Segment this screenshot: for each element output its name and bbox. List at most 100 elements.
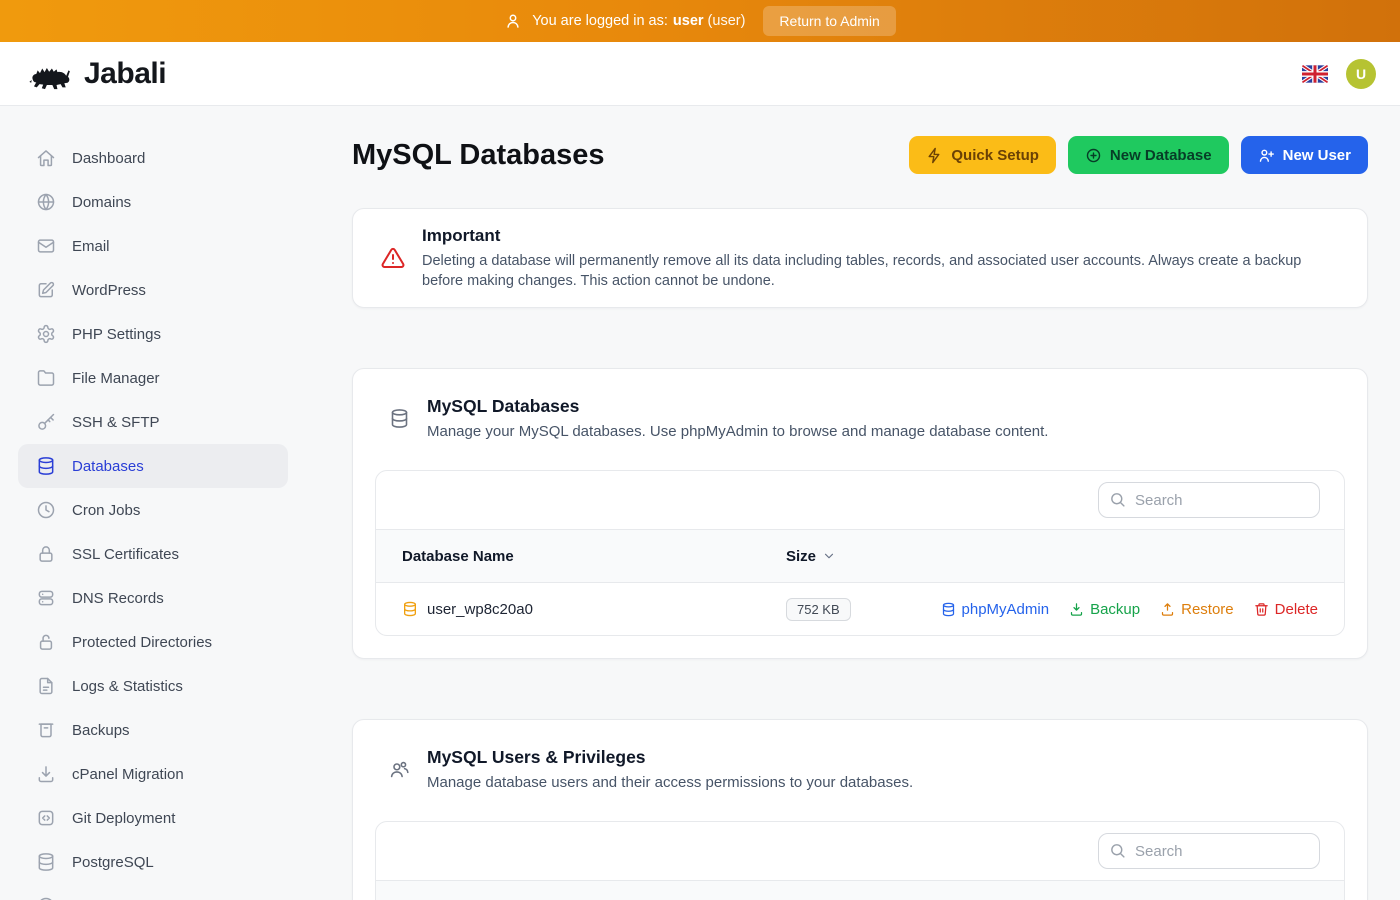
chevron-down-icon (822, 549, 836, 563)
warning-card: Important Deleting a database will perma… (352, 208, 1368, 308)
users-card: MySQL Users & Privileges Manage database… (352, 719, 1368, 900)
new-database-button[interactable]: New Database (1068, 136, 1229, 174)
logged-in-username: user (673, 13, 704, 29)
databases-search (1098, 482, 1320, 518)
sidebar-label: WordPress (72, 282, 146, 299)
return-to-admin-button[interactable]: Return to Admin (763, 6, 895, 36)
sidebar-item-logs-statistics[interactable]: Logs & Statistics (18, 664, 288, 708)
button-label: Quick Setup (951, 147, 1039, 164)
new-user-button[interactable]: New User (1241, 136, 1368, 174)
sidebar-item-protected-directories[interactable]: Protected Directories (18, 620, 288, 664)
database-icon (402, 601, 418, 617)
circle-icon (36, 896, 56, 900)
sidebar-item-backups[interactable]: Backups (18, 708, 288, 752)
sidebar-label: Dashboard (72, 150, 145, 167)
sidebar-label: Databases (72, 458, 144, 475)
database-icon (389, 408, 410, 429)
warning-body: Deleting a database will permanently rem… (422, 251, 1339, 291)
key-icon (36, 412, 56, 432)
sidebar-item-file-manager[interactable]: File Manager (18, 356, 288, 400)
sidebar-item-postgresql[interactable]: PostgreSQL (18, 840, 288, 884)
lock-icon (36, 632, 56, 652)
app-header: Jabali U (0, 42, 1400, 106)
logged-in-prefix: You are logged in as: (532, 13, 668, 29)
column-size-sort[interactable]: Size (786, 548, 1318, 565)
action-label: Backup (1090, 601, 1140, 618)
file-text-icon (36, 676, 56, 696)
sidebar-item-dns-records[interactable]: DNS Records (18, 576, 288, 620)
sidebar-item-domains[interactable]: Domains (18, 180, 288, 224)
sidebar-label: DNS Records (72, 590, 164, 607)
sidebar-label: Backups (72, 722, 130, 739)
logged-in-role: (user) (708, 13, 746, 29)
databases-section-title: MySQL Databases (427, 395, 1048, 417)
button-label: New Database (1110, 147, 1212, 164)
sidebar-item-git-deployment[interactable]: Git Deployment (18, 796, 288, 840)
column-size-label: Size (786, 548, 816, 565)
download-icon (36, 764, 56, 784)
databases-search-input[interactable] (1098, 482, 1320, 518)
sidebar-label: Git Deployment (72, 810, 175, 827)
databases-card: MySQL Databases Manage your MySQL databa… (352, 368, 1368, 659)
edit-icon (36, 280, 56, 300)
users-icon (389, 759, 410, 780)
database-icon (941, 602, 956, 617)
sidebar-label: Domains (72, 194, 131, 211)
sidebar-label: Email (72, 238, 110, 255)
gear-icon (36, 324, 56, 344)
page-title: MySQL Databases (352, 136, 605, 174)
sidebar-label: cPanel Migration (72, 766, 184, 783)
home-icon (36, 148, 56, 168)
sidebar-item-cron-jobs[interactable]: Cron Jobs (18, 488, 288, 532)
button-label: New User (1283, 147, 1351, 164)
databases-section-description: Manage your MySQL databases. Use phpMyAd… (427, 422, 1048, 442)
download-icon (1069, 602, 1084, 617)
user-avatar[interactable]: U (1346, 59, 1376, 89)
sidebar-item-email[interactable]: Email (18, 224, 288, 268)
page-actions: Quick Setup New Database New User (909, 136, 1368, 174)
server-icon (36, 588, 56, 608)
alert-triangle-icon (381, 246, 405, 270)
sidebar-item-wordpress[interactable]: WordPress (18, 268, 288, 312)
globe-icon (36, 192, 56, 212)
action-label: Delete (1275, 601, 1318, 618)
folder-icon (36, 368, 56, 388)
users-search-input[interactable] (1098, 833, 1320, 869)
sidebar-item-php-settings[interactable]: PHP Settings (18, 312, 288, 356)
users-section-description: Manage database users and their access p… (427, 773, 913, 793)
phpmyadmin-link[interactable]: phpMyAdmin (941, 601, 1050, 618)
quick-setup-button[interactable]: Quick Setup (909, 136, 1056, 174)
code-icon (36, 808, 56, 828)
database-icon (36, 456, 56, 476)
sidebar-label: File Manager (72, 370, 160, 387)
user-plus-icon (1258, 147, 1275, 164)
sidebar-item-partial[interactable] (18, 884, 288, 900)
sidebar-label: Logs & Statistics (72, 678, 183, 695)
sidebar-label: Cron Jobs (72, 502, 140, 519)
sidebar-item-dashboard[interactable]: Dashboard (18, 136, 288, 180)
main-content: MySQL Databases Quick Setup New Database… (320, 106, 1400, 900)
mail-icon (36, 236, 56, 256)
backup-link[interactable]: Backup (1069, 601, 1140, 618)
language-flag-icon[interactable] (1302, 65, 1328, 83)
sidebar-item-databases[interactable]: Databases (18, 444, 288, 488)
database-size-badge: 752 KB (786, 598, 851, 621)
boar-logo-icon (28, 56, 74, 92)
sidebar-item-cpanel-migration[interactable]: cPanel Migration (18, 752, 288, 796)
sidebar-item-ssl-certificates[interactable]: SSL Certificates (18, 532, 288, 576)
database-name: user_wp8c20a0 (427, 601, 533, 618)
sidebar-label: SSL Certificates (72, 546, 179, 563)
impersonation-banner: You are logged in as: user (user) Return… (0, 0, 1400, 42)
search-icon (1109, 842, 1126, 859)
database-row: user_wp8c20a0 752 KB phpMyAdmin Backup (376, 583, 1344, 635)
sidebar-item-ssh-sftp[interactable]: SSH & SFTP (18, 400, 288, 444)
column-database-name: Database Name (402, 548, 786, 565)
users-table: User Database Privileges (375, 821, 1345, 900)
restore-link[interactable]: Restore (1160, 601, 1234, 618)
upload-icon (1160, 602, 1175, 617)
brand-logo[interactable]: Jabali (28, 56, 166, 92)
users-search (1098, 833, 1320, 869)
sidebar-nav: Dashboard Domains Email WordPress PHP Se… (0, 106, 320, 900)
delete-link[interactable]: Delete (1254, 601, 1318, 618)
user-icon (504, 12, 522, 30)
